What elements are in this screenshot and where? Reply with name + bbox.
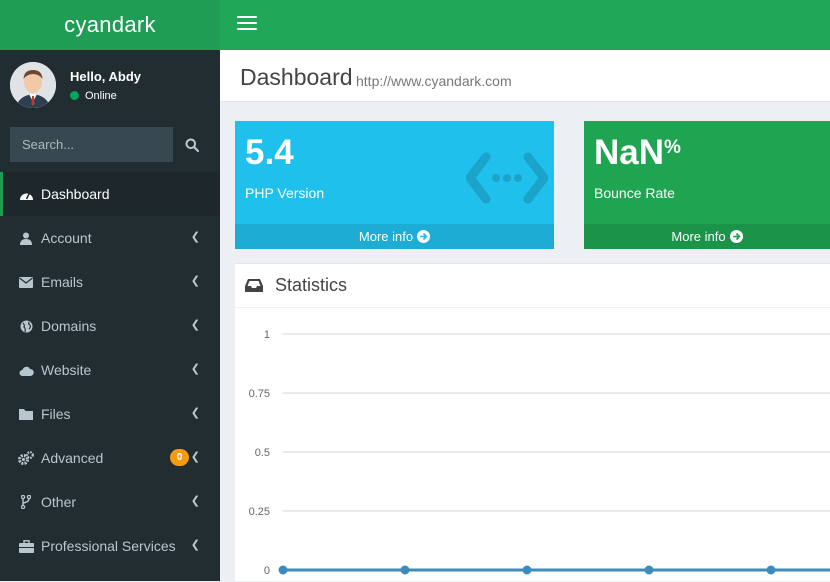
envelope-icon xyxy=(18,274,34,290)
bounce-rate-number: NaN xyxy=(594,133,665,172)
bounce-rate-box: NaN% Bounce Rate More info xyxy=(584,121,830,249)
bounce-rate-more-info-link[interactable]: More info xyxy=(584,224,830,249)
advanced-count-badge: 0 xyxy=(170,449,189,466)
cogs-icon xyxy=(18,450,34,466)
user-status-label: Online xyxy=(85,89,117,102)
briefcase-icon xyxy=(18,538,34,554)
chevron-left-icon: ❮ xyxy=(190,451,200,463)
chevron-left-icon: ❮ xyxy=(190,407,200,419)
user-icon xyxy=(18,230,34,246)
php-version-box: 5.4 PHP Version More info xyxy=(235,121,554,249)
chevron-left-icon: ❮ xyxy=(190,319,200,331)
user-avatar xyxy=(10,62,56,108)
code-icon xyxy=(466,152,548,204)
bounce-rate-label: Bounce Rate xyxy=(594,185,675,201)
php-version-more-info-link[interactable]: More info xyxy=(235,224,554,249)
sidebar-item-dashboard[interactable]: Dashboard xyxy=(0,172,220,216)
data-point[interactable] xyxy=(278,565,288,575)
page-subtitle: http://www.cyandark.com xyxy=(356,73,512,89)
sidebar-item-website[interactable]: Website ❮ xyxy=(0,348,220,392)
search-input[interactable] xyxy=(10,127,173,162)
chevron-left-icon: ❮ xyxy=(190,363,200,375)
top-navbar xyxy=(220,0,830,50)
sidebar-item-label: Files xyxy=(41,406,71,422)
percent-sign: % xyxy=(664,137,681,158)
data-point[interactable] xyxy=(400,565,410,575)
hamburger-menu-icon[interactable] xyxy=(237,16,257,32)
app-logo[interactable]: cyandark xyxy=(0,0,220,50)
php-version-label: PHP Version xyxy=(245,185,325,201)
statistics-header: Statistics xyxy=(235,264,830,308)
dashboard-icon xyxy=(18,186,34,202)
sidebar-item-other[interactable]: Other ❮ xyxy=(0,480,220,524)
sidebar-menu: Dashboard Account ❮ Emails ❮ Domains ❮ W… xyxy=(0,172,220,568)
sidebar-search xyxy=(10,127,210,162)
statistics-title: Statistics xyxy=(275,275,348,295)
chevron-left-icon: ❮ xyxy=(190,275,200,287)
sidebar-item-emails[interactable]: Emails ❮ xyxy=(0,260,220,304)
globe-icon xyxy=(18,318,34,334)
code-fork-icon xyxy=(18,494,34,510)
folder-icon xyxy=(18,406,34,422)
page-title: Dashboard xyxy=(240,64,353,90)
sidebar-item-label: Account xyxy=(41,230,92,246)
data-point[interactable] xyxy=(522,565,532,575)
sidebar: cyandark Hello, Abdy Online Search... Da… xyxy=(0,0,220,581)
bounce-rate-value: NaN% xyxy=(594,133,681,173)
chevron-left-icon: ❮ xyxy=(190,539,200,551)
sidebar-item-files[interactable]: Files ❮ xyxy=(0,392,220,436)
sidebar-item-advanced[interactable]: Advanced 0 ❮ xyxy=(0,436,220,480)
y-tick-label: 0 xyxy=(264,565,270,577)
online-status-icon xyxy=(70,91,79,100)
chevron-left-icon: ❮ xyxy=(190,231,200,243)
arrow-circle-right-icon xyxy=(417,230,431,243)
user-greeting: Hello, Abdy xyxy=(70,68,142,84)
sidebar-item-label: Domains xyxy=(41,318,97,334)
y-tick-label: 1 xyxy=(264,329,270,341)
data-point[interactable] xyxy=(644,565,654,575)
statistics-chart: 0 0.25 0.5 0.75 1 xyxy=(249,329,830,577)
more-info-label: More info xyxy=(358,229,414,244)
user-panel: Hello, Abdy Online xyxy=(0,50,220,120)
chevron-left-icon: ❮ xyxy=(190,495,200,507)
sidebar-item-label: Advanced xyxy=(41,450,104,466)
sidebar-item-label: Other xyxy=(41,494,77,510)
sidebar-item-label: Emails xyxy=(41,274,84,290)
user-status: Online xyxy=(70,90,141,102)
search-icon xyxy=(185,138,199,152)
cloud-icon xyxy=(18,362,34,378)
more-info-label: More info xyxy=(671,229,726,244)
content-header: Dashboard http://www.cyandark.com xyxy=(220,50,830,102)
sidebar-item-professional-services[interactable]: Professional Services ❮ xyxy=(0,524,220,568)
y-tick-label: 0.75 xyxy=(249,388,270,400)
y-tick-label: 0.5 xyxy=(255,447,270,459)
sidebar-item-domains[interactable]: Domains ❮ xyxy=(0,304,220,348)
y-tick-label: 0.25 xyxy=(249,506,270,518)
php-version-value: 5.4 xyxy=(245,133,294,172)
sidebar-item-account[interactable]: Account ❮ xyxy=(0,216,220,260)
data-point[interactable] xyxy=(766,565,776,575)
sidebar-item-label: Website xyxy=(41,362,92,378)
sidebar-item-label: Professional Services xyxy=(41,538,176,554)
arrow-circle-right-icon xyxy=(729,230,743,243)
search-button[interactable] xyxy=(173,127,210,162)
statistics-box: Statistics 0 0.25 0.5 0.75 1 xyxy=(235,263,830,581)
inbox-icon xyxy=(245,279,263,292)
sidebar-item-label: Dashboard xyxy=(41,186,110,202)
